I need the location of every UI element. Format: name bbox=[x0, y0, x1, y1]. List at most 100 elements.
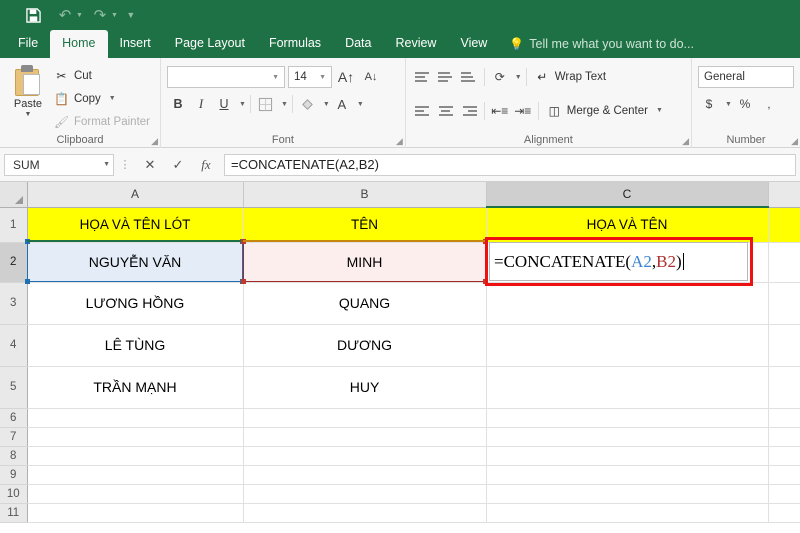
copy-button[interactable]: 📋 Copy ▼ bbox=[50, 88, 154, 109]
decrease-font-size-button[interactable]: A↓ bbox=[360, 66, 382, 88]
cell-b1[interactable]: TÊN bbox=[243, 207, 487, 243]
cell-c4[interactable] bbox=[486, 324, 769, 367]
cell-b2[interactable]: MINH bbox=[243, 242, 487, 283]
tab-data[interactable]: Data bbox=[333, 30, 383, 58]
cell-d9[interactable] bbox=[768, 465, 800, 485]
cell-d8[interactable] bbox=[768, 446, 800, 466]
font-color-button[interactable]: A bbox=[331, 93, 353, 115]
row-header-8[interactable]: 8 bbox=[0, 446, 28, 466]
column-header-d[interactable] bbox=[768, 182, 800, 208]
merge-center-caret-icon[interactable]: ▼ bbox=[656, 107, 663, 114]
cell-d11[interactable] bbox=[768, 503, 800, 523]
cell-editor-c2[interactable]: =CONCATENATE(A2, B2) bbox=[489, 242, 748, 281]
cell-c1[interactable]: HỌA VÀ TÊN bbox=[486, 207, 769, 243]
name-box-caret-icon[interactable]: ▼ bbox=[103, 161, 110, 168]
percent-button[interactable]: % bbox=[734, 93, 756, 115]
tab-home[interactable]: Home bbox=[50, 30, 108, 58]
tab-formulas[interactable]: Formulas bbox=[257, 30, 333, 58]
fill-color-button[interactable] bbox=[297, 93, 319, 115]
borders-button[interactable] bbox=[255, 93, 277, 115]
merge-center-button[interactable]: ◫ Merge & Center ▼ bbox=[543, 100, 667, 122]
cell-c10[interactable] bbox=[486, 484, 769, 504]
cell-a11[interactable] bbox=[27, 503, 244, 523]
orientation-caret-icon[interactable]: ▼ bbox=[515, 74, 522, 81]
align-bottom-button[interactable] bbox=[458, 66, 480, 88]
cell-a3[interactable]: LƯƠNG HỒNG bbox=[27, 282, 244, 325]
row-header-6[interactable]: 6 bbox=[0, 408, 28, 428]
fill-color-caret-icon[interactable]: ▼ bbox=[323, 101, 330, 108]
cell-c7[interactable] bbox=[486, 427, 769, 447]
cell-d7[interactable] bbox=[768, 427, 800, 447]
number-format-select[interactable]: General bbox=[698, 66, 794, 88]
cell-d10[interactable] bbox=[768, 484, 800, 504]
align-left-button[interactable] bbox=[412, 100, 434, 122]
cell-c8[interactable] bbox=[486, 446, 769, 466]
tab-page-layout[interactable]: Page Layout bbox=[163, 30, 257, 58]
cell-b10[interactable] bbox=[243, 484, 487, 504]
align-top-button[interactable] bbox=[412, 66, 434, 88]
wrap-text-button[interactable]: ↵ Wrap Text bbox=[531, 66, 610, 88]
tell-me-box[interactable]: 💡 Tell me what you want to do... bbox=[499, 30, 694, 58]
cell-a1[interactable]: HỌA VÀ TÊN LÓT bbox=[27, 207, 244, 243]
orientation-button[interactable]: ⟳ bbox=[489, 66, 511, 88]
font-size-caret-icon[interactable]: ▼ bbox=[316, 74, 329, 81]
name-box[interactable]: SUM ▼ bbox=[4, 153, 114, 176]
cell-d2[interactable] bbox=[768, 242, 800, 283]
row-header-1[interactable]: 1 bbox=[0, 207, 28, 243]
cell-a2[interactable]: NGUYỄN VĂN bbox=[27, 242, 244, 283]
paste-button[interactable]: Paste ▼ bbox=[6, 63, 50, 132]
font-color-caret-icon[interactable]: ▼ bbox=[357, 101, 364, 108]
row-header-4[interactable]: 4 bbox=[0, 324, 28, 367]
row-header-11[interactable]: 11 bbox=[0, 503, 28, 523]
tab-file[interactable]: File bbox=[6, 30, 50, 58]
column-header-a[interactable]: A bbox=[27, 182, 244, 208]
insert-function-button[interactable]: fx bbox=[192, 154, 220, 176]
row-header-2[interactable]: 2 bbox=[0, 242, 28, 283]
increase-font-size-button[interactable]: A↑ bbox=[335, 66, 357, 88]
cut-button[interactable]: ✂ Cut bbox=[50, 65, 154, 86]
currency-button[interactable]: $ bbox=[698, 93, 720, 115]
italic-button[interactable]: I bbox=[190, 93, 212, 115]
tab-view[interactable]: View bbox=[448, 30, 499, 58]
cell-b9[interactable] bbox=[243, 465, 487, 485]
save-icon[interactable] bbox=[18, 2, 48, 28]
tab-review[interactable]: Review bbox=[383, 30, 448, 58]
cell-b8[interactable] bbox=[243, 446, 487, 466]
cell-b5[interactable]: HUY bbox=[243, 366, 487, 409]
align-middle-button[interactable] bbox=[435, 66, 457, 88]
enter-formula-button[interactable]: ✓ bbox=[164, 154, 192, 176]
cell-c11[interactable] bbox=[486, 503, 769, 523]
cell-b3[interactable]: QUANG bbox=[243, 282, 487, 325]
row-header-9[interactable]: 9 bbox=[0, 465, 28, 485]
row-header-7[interactable]: 7 bbox=[0, 427, 28, 447]
decrease-indent-button[interactable]: ⇤≡ bbox=[489, 100, 511, 122]
row-header-5[interactable]: 5 bbox=[0, 366, 28, 409]
cell-d1[interactable] bbox=[768, 207, 800, 243]
currency-caret-icon[interactable]: ▼ bbox=[725, 101, 732, 108]
row-header-10[interactable]: 10 bbox=[0, 484, 28, 504]
select-all-corner[interactable] bbox=[0, 182, 28, 208]
cell-d4[interactable] bbox=[768, 324, 800, 367]
cell-a5[interactable]: TRẦN MẠNH bbox=[27, 366, 244, 409]
cell-d3[interactable] bbox=[768, 282, 800, 325]
number-dialog-launcher-icon[interactable]: ◢ bbox=[791, 136, 798, 147]
font-dialog-launcher-icon[interactable]: ◢ bbox=[396, 136, 403, 147]
formula-input[interactable]: =CONCATENATE(A2,B2) bbox=[224, 153, 796, 176]
cell-b6[interactable] bbox=[243, 408, 487, 428]
borders-dropdown-caret-icon[interactable]: ▼ bbox=[281, 101, 288, 108]
column-header-b[interactable]: B bbox=[243, 182, 487, 208]
paste-dropdown-caret-icon[interactable]: ▼ bbox=[25, 111, 32, 119]
cell-b4[interactable]: DƯƠNG bbox=[243, 324, 487, 367]
redo-dropdown-caret-icon[interactable]: ▼ bbox=[111, 12, 118, 19]
customize-qat-icon[interactable]: ▼ bbox=[120, 2, 142, 28]
comma-style-button[interactable]: , bbox=[758, 93, 780, 115]
font-name-caret-icon[interactable]: ▼ bbox=[269, 74, 282, 81]
font-name-input[interactable]: ▼ bbox=[167, 66, 285, 88]
column-header-c[interactable]: C bbox=[486, 182, 769, 208]
increase-indent-button[interactable]: ⇥≡ bbox=[512, 100, 534, 122]
clipboard-dialog-launcher-icon[interactable]: ◢ bbox=[151, 136, 158, 147]
undo-dropdown-caret-icon[interactable]: ▼ bbox=[76, 12, 83, 19]
align-center-button[interactable] bbox=[435, 100, 457, 122]
cell-b11[interactable] bbox=[243, 503, 487, 523]
bold-button[interactable]: B bbox=[167, 93, 189, 115]
